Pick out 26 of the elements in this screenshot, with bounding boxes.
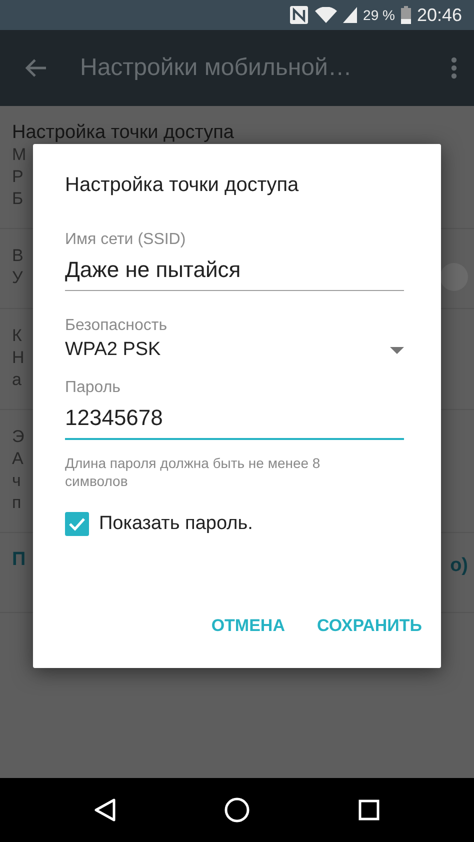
checkbox-label: Показать пароль. <box>99 513 253 535</box>
field-label: Пароль <box>65 379 122 397</box>
recents-square-icon <box>358 799 380 821</box>
checkbox[interactable] <box>65 512 89 536</box>
hint-text: Длина пароля должна быть не менее 8 символов <box>65 454 322 490</box>
security-dropdown[interactable]: WPA2 PSK <box>65 335 404 379</box>
battery-icon <box>400 6 411 24</box>
home-circle-icon <box>224 797 250 823</box>
field-label: Безопасность <box>65 317 168 335</box>
clock: 20:46 <box>416 4 462 26</box>
background-setting-text: П <box>12 549 26 571</box>
wifi-icon <box>315 7 338 23</box>
checkmark-icon <box>68 517 86 531</box>
field-label: Имя сети (SSID) <box>65 231 187 249</box>
toolbar-title: Настройки мобильной… <box>80 54 353 82</box>
nfc-icon <box>289 5 310 25</box>
input-field[interactable]: Даже не пытайся <box>65 249 404 291</box>
dialog-title: Настройка точки доступа <box>65 174 300 197</box>
battery-percent: 29 % <box>363 7 395 23</box>
more-options-icon <box>450 56 458 80</box>
signal-icon <box>343 7 358 23</box>
background-setting-text: о) <box>450 555 468 577</box>
background-setting-title: Настройка точки доступа <box>12 122 234 144</box>
dropdown-caret-icon <box>390 346 404 354</box>
back-triangle-icon <box>94 798 116 822</box>
input-field[interactable]: 12345678 <box>65 397 404 440</box>
